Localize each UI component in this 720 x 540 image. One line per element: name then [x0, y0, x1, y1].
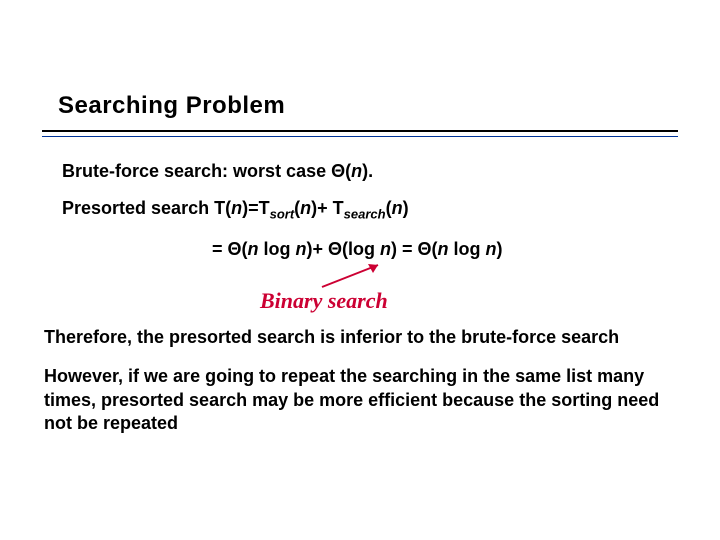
slide: Searching Problem Brute-force search: wo…	[0, 0, 720, 540]
text: )	[497, 239, 503, 259]
var-n: n	[231, 198, 242, 218]
sub-sort: sort	[270, 207, 295, 222]
text: ) = Θ(	[391, 239, 438, 259]
text: ).	[362, 161, 373, 181]
text: )=T	[242, 198, 270, 218]
para-repeat: However, if we are going to repeat the s…	[44, 365, 660, 435]
title-rule-top	[42, 130, 678, 132]
line-brute-force: Brute-force search: worst case Θ(n).	[62, 160, 662, 183]
para-inferior: Therefore, the presorted search is infer…	[44, 326, 660, 349]
text: Brute-force search: worst case Θ(	[62, 161, 351, 181]
text: Presorted search T(	[62, 198, 231, 218]
line-presorted: Presorted search T(n)=Tsort(n)+ Tsearch(…	[62, 197, 662, 223]
slide-body: Brute-force search: worst case Θ(n). Pre…	[62, 160, 662, 435]
text: )+ Θ(log	[307, 239, 381, 259]
var-n: n	[296, 239, 307, 259]
var-n: n	[300, 198, 311, 218]
var-n: n	[486, 239, 497, 259]
sub-search: search	[344, 207, 386, 222]
text: )	[403, 198, 409, 218]
arrow-icon	[316, 261, 396, 291]
binary-search-callout: Binary search	[260, 287, 662, 316]
var-n: n	[392, 198, 403, 218]
slide-title: Searching Problem	[58, 92, 285, 120]
var-n: n	[380, 239, 391, 259]
text: = Θ(	[212, 239, 248, 259]
var-n: n	[351, 161, 362, 181]
text: )+ T	[311, 198, 344, 218]
title-rule-bottom	[42, 136, 678, 137]
var-n: n	[438, 239, 449, 259]
binary-search-label: Binary search	[260, 288, 388, 313]
text: log	[259, 239, 296, 259]
text: log	[449, 239, 486, 259]
var-n: n	[248, 239, 259, 259]
line-equation: = Θ(n log n)+ Θ(log n) = Θ(n log n)	[212, 238, 662, 261]
